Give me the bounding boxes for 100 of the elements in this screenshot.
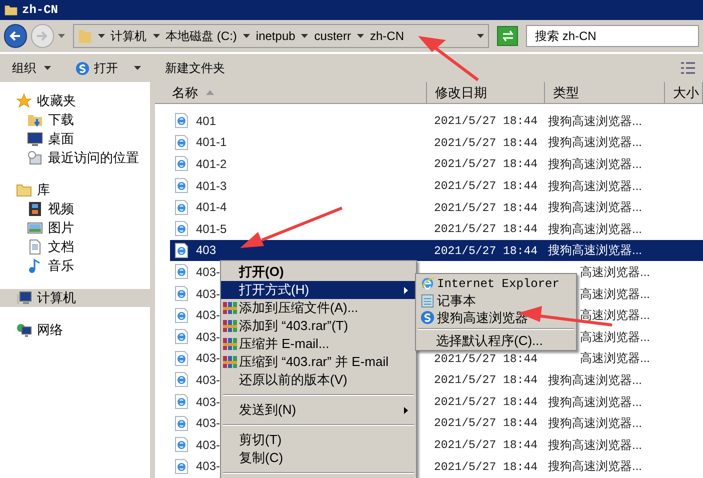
view-options-icon[interactable] xyxy=(681,62,695,74)
file-name: 403- xyxy=(196,415,220,432)
menu-item[interactable]: 打开方式(H) xyxy=(221,281,416,299)
breadcrumb-segment[interactable]: zh-CN xyxy=(370,27,404,45)
dropdown-caret-icon xyxy=(477,34,484,38)
file-name: 401 xyxy=(196,112,216,130)
file-type: 高速浏览器... xyxy=(579,264,650,279)
file-icon xyxy=(175,286,188,302)
file-icon xyxy=(175,134,188,150)
menu-item[interactable]: 打开(O) xyxy=(221,263,416,281)
file-icon xyxy=(175,329,188,344)
modified-date: 2021/5/27 18:44 xyxy=(434,115,538,128)
monitor-icon xyxy=(27,130,43,146)
archive-books-icon xyxy=(223,301,237,315)
forward-arrow-icon xyxy=(36,30,48,42)
file-icon xyxy=(175,458,188,474)
file-icon xyxy=(175,394,188,410)
file-name: 401-4 xyxy=(196,199,227,216)
file-type: 搜狗高速浏览器... xyxy=(548,372,642,387)
file-type: 搜狗高速浏览器... xyxy=(548,114,642,128)
nav-item[interactable]: 下载 xyxy=(0,110,150,129)
nav-item[interactable]: 收藏夹 xyxy=(0,92,150,110)
modified-date: 2021/5/27 18:44 xyxy=(434,374,538,388)
open-menu-button[interactable]: 打开 xyxy=(71,59,145,77)
file-icon xyxy=(175,264,188,280)
menu-item[interactable]: 剪切(T) xyxy=(221,431,416,449)
archive-books-icon xyxy=(223,355,237,369)
column-header[interactable]: 修改日期 xyxy=(427,82,545,103)
nav-item[interactable]: 库 xyxy=(0,181,150,199)
refresh-button[interactable] xyxy=(497,26,518,46)
file-type: 高速浏览器... xyxy=(579,351,650,366)
file-icon xyxy=(175,178,188,194)
file-icon xyxy=(175,372,188,388)
breadcrumb-caret-icon xyxy=(242,34,250,38)
file-icon xyxy=(175,221,188,236)
file-icon xyxy=(175,156,188,172)
menu-item[interactable]: 压缩并 E-mail... xyxy=(221,335,416,353)
menu-item[interactable]: 选择默认程序(C)... xyxy=(416,332,576,349)
menu-item[interactable]: Internet Explorer xyxy=(416,275,576,292)
file-icon xyxy=(175,437,188,452)
new-folder-button[interactable]: 新建文件夹 xyxy=(161,59,229,77)
annotation-arrow xyxy=(418,36,479,82)
folder-icon xyxy=(78,28,92,44)
breadcrumb-segment[interactable]: 本地磁盘 (C:) xyxy=(166,27,237,45)
network-icon xyxy=(16,322,32,338)
nav-item[interactable]: 图片 xyxy=(0,218,150,237)
caret-icon xyxy=(44,66,51,70)
menu-item[interactable]: 发送到(N) xyxy=(221,401,416,419)
modified-date: 2021/5/27 18:44 xyxy=(434,396,538,409)
file-name: 403- xyxy=(196,307,220,324)
file-icon xyxy=(175,242,188,258)
file-type: 搜狗高速浏览器... xyxy=(548,438,642,452)
column-header[interactable]: 名称 xyxy=(155,82,427,103)
column-header[interactable]: 大小 xyxy=(665,82,703,103)
organize-menu-button[interactable]: 组织 xyxy=(8,59,55,77)
breadcrumb-segment[interactable]: custerr xyxy=(314,27,351,45)
refresh-arrows-icon xyxy=(500,30,515,42)
selected-file-row[interactable]: 403 2021/5/27 18:44 搜狗高速浏览器... xyxy=(170,240,703,262)
menu-item[interactable]: 添加到 “403.rar”(T) xyxy=(221,317,416,335)
picture-icon xyxy=(27,220,43,236)
nav-item[interactable]: 文档 xyxy=(0,237,150,256)
file-type: 搜狗高速浏览器... xyxy=(548,416,642,430)
sogou-s-icon xyxy=(75,60,90,76)
computer-icon xyxy=(16,290,32,306)
file-name: 403- xyxy=(196,264,220,281)
search-field[interactable]: 搜索 zh-CN xyxy=(526,25,699,47)
notepad-icon xyxy=(420,293,435,308)
nav-item[interactable]: 视频 xyxy=(0,199,150,218)
column-header[interactable]: 类型 xyxy=(545,82,665,103)
file-type: 搜狗高速浏览器... xyxy=(548,178,642,193)
breadcrumb-caret-icon xyxy=(152,34,160,38)
nav-item[interactable]: 音乐 xyxy=(0,256,150,275)
nav-item[interactable]: 桌面 xyxy=(0,129,150,148)
menu-item[interactable]: 记事本 xyxy=(416,292,576,309)
nav-item[interactable]: 计算机 xyxy=(0,289,150,307)
submenu-arrow-icon xyxy=(404,406,408,414)
menu-item[interactable]: 压缩到 “403.rar” 并 E-mail xyxy=(221,353,416,371)
star-icon xyxy=(16,93,32,109)
breadcrumb-caret-icon xyxy=(98,34,105,38)
file-name: 403- xyxy=(196,458,220,476)
breadcrumb-segment[interactable]: 计算机 xyxy=(110,27,147,45)
modified-date: 2021/5/27 18:44 xyxy=(434,417,538,430)
menu-item[interactable]: 还原以前的版本(V) xyxy=(221,371,416,389)
file-name: 401-3 xyxy=(196,178,227,195)
file-type: 搜狗高速浏览器... xyxy=(548,222,642,236)
nav-item[interactable]: 网络 xyxy=(0,321,150,339)
breadcrumb-caret-icon xyxy=(301,34,308,38)
file-type: 搜狗高速浏览器... xyxy=(548,135,642,150)
menu-item[interactable]: 复制(C) xyxy=(221,449,416,467)
breadcrumb-caret-icon xyxy=(356,34,364,38)
sort-up-icon xyxy=(206,90,214,95)
document-icon xyxy=(27,238,43,254)
back-button[interactable] xyxy=(4,24,27,48)
modified-date: 2021/5/27 18:44 xyxy=(434,439,538,452)
address-bar[interactable]: 计算机 本地磁盘 (C:) inetpub custerr zh-CN xyxy=(72,24,490,48)
nav-item[interactable]: 最近访问的位置 xyxy=(0,148,150,167)
file-name: 401-5 xyxy=(196,220,227,238)
modified-date: 2021/5/27 18:44 xyxy=(434,158,538,172)
menu-item[interactable]: 添加到压缩文件(A)... xyxy=(221,299,416,317)
breadcrumb-segment[interactable]: inetpub xyxy=(256,27,296,45)
